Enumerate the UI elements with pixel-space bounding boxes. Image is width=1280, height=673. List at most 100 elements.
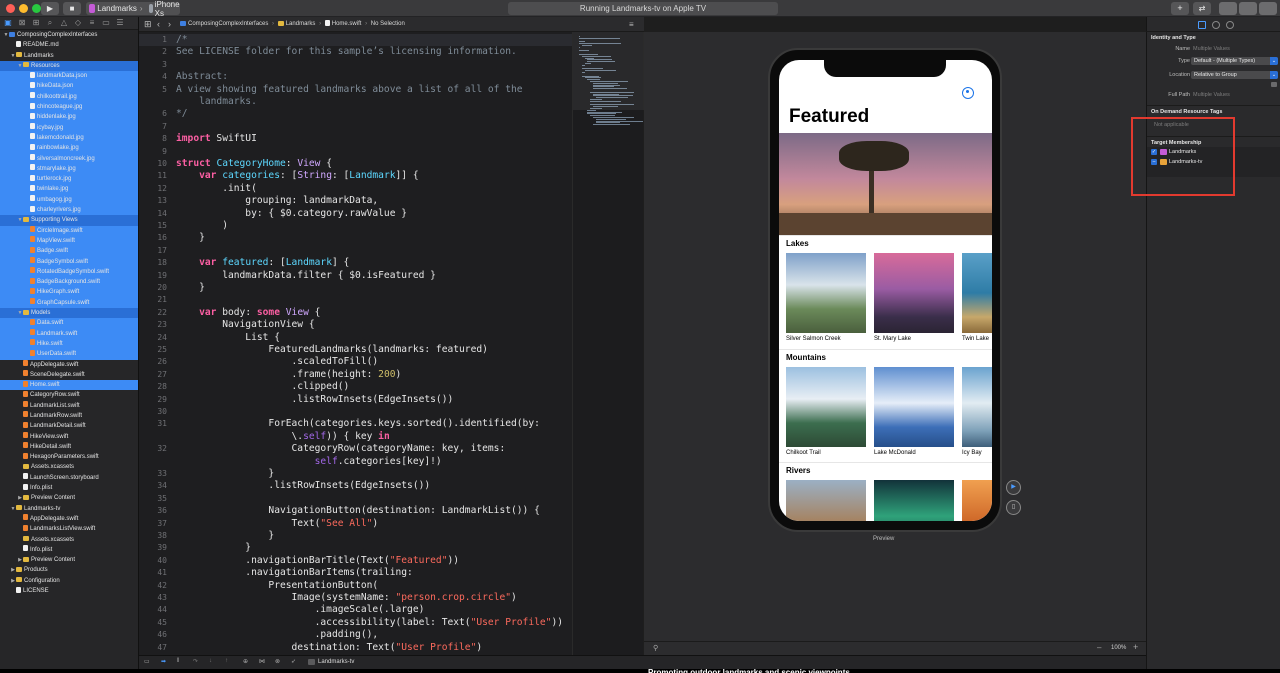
navigator-item[interactable]: ▼ ComposingComplexInterfaces (0, 30, 138, 40)
history-tab-icon[interactable] (1226, 21, 1234, 29)
navigator-item[interactable]: ▶ Preview Content (0, 555, 138, 565)
navigator-item[interactable]: LandmarkList.swift (0, 401, 138, 411)
breadcrumb-selection[interactable]: No Selection (371, 21, 405, 27)
source-control-icon[interactable]: ⊠ (17, 19, 27, 27)
issue-icon[interactable]: △ (59, 19, 69, 27)
live-preview-button[interactable]: ▶ (1006, 480, 1021, 495)
memory-graph-icon[interactable]: ⋈ (259, 658, 265, 665)
person-crop-circle-icon[interactable] (962, 87, 974, 99)
run-button[interactable]: ▶ (41, 2, 59, 15)
navigator-item[interactable]: BadgeSymbol.swift (0, 256, 138, 267)
navigator-item[interactable]: hiddenlake.jpg (0, 112, 138, 123)
pause-icon[interactable]: ‖ (177, 658, 179, 664)
type-select[interactable]: Default - (Multiple Types) ⌄ (1191, 57, 1278, 65)
navigator-item[interactable]: charleyrivers.jpg (0, 205, 138, 216)
debug-icon[interactable]: ≡ (87, 19, 97, 27)
code-line[interactable]: 24 List { (139, 332, 572, 344)
navigator-item[interactable]: stmarylake.jpg (0, 163, 138, 175)
navigator-item[interactable]: README.md (0, 40, 138, 50)
navigator-item[interactable]: twinlake.jpg (0, 184, 138, 195)
code-review-button[interactable]: ⇄ (1193, 2, 1211, 15)
navigator-item[interactable]: Assets.xcassets (0, 535, 138, 545)
navigator-item[interactable]: LaunchScreen.storyboard (0, 473, 138, 483)
navigator-item[interactable]: RotatedBadgeSymbol.swift (0, 266, 138, 278)
code-line[interactable]: 35 (139, 493, 572, 505)
location-simulate-icon[interactable]: ➶ (291, 658, 296, 665)
back-icon[interactable]: ‹ (157, 17, 160, 32)
minimap[interactable] (572, 32, 644, 655)
navigator-item[interactable]: GraphCapsule.swift (0, 297, 138, 309)
code-line[interactable]: 40 .navigationBarTitle(Text("Featured")) (139, 555, 572, 567)
code-line[interactable]: self.categories[key]!) (139, 456, 572, 468)
reveal-folder-icon[interactable] (1271, 82, 1277, 87)
code-line[interactable]: 20 } (139, 282, 572, 294)
navigator-item[interactable]: Badge.swift (0, 246, 138, 257)
breadcrumb-project[interactable]: ComposingComplexInterfaces (188, 21, 268, 27)
breadcrumb-group[interactable]: Landmarks (286, 21, 316, 27)
navigator-item[interactable]: ▶ Products (0, 565, 138, 575)
minimap-visible-region[interactable] (573, 32, 644, 110)
code-line[interactable]: 47 destination: Text("User Profile") (139, 642, 572, 654)
landmark-thumbnail[interactable] (786, 253, 866, 333)
code-line[interactable]: 30 (139, 406, 572, 418)
find-icon[interactable]: ⌕ (45, 19, 55, 27)
landmark-thumbnail[interactable] (874, 366, 954, 447)
landmark-thumbnail[interactable] (962, 480, 992, 521)
code-line[interactable]: 18 var featured: [Landmark] { (139, 257, 572, 269)
code-line[interactable]: 7 (139, 121, 572, 133)
code-line[interactable]: 17 (139, 245, 572, 257)
preview-on-device-button[interactable]: ▯ (1006, 500, 1021, 515)
code-line[interactable]: 8 import SwiftUI (139, 133, 572, 145)
navigator-item[interactable]: ▼ Landmarks (0, 51, 138, 61)
code-line[interactable]: 6 */ (139, 108, 572, 120)
landmark-thumbnail[interactable] (962, 366, 992, 447)
code-line[interactable]: 22 var body: some View { (139, 307, 572, 319)
code-line[interactable]: landmarks. (139, 96, 572, 108)
code-line[interactable]: 34 .listRowInsets(EdgeInsets()) (139, 480, 572, 492)
navigator-item[interactable]: Info.plist (0, 483, 138, 493)
source-editor[interactable]: 1 /* 2 See LICENSE folder for this sample’s… (139, 32, 572, 655)
stop-button[interactable]: ■ (63, 2, 81, 15)
related-items-icon[interactable]: ⊞ (144, 17, 152, 32)
code-line[interactable]: 44 .imageScale(.large) (139, 604, 572, 616)
code-line[interactable]: 38 } (139, 530, 572, 542)
navigator-item[interactable]: icybay.jpg (0, 122, 138, 133)
navigator-item[interactable]: Assets.xcassets (0, 462, 138, 472)
navigator-item[interactable]: ▼ Supporting Views (0, 215, 138, 226)
navigator-item[interactable]: CircleImage.swift (0, 225, 138, 236)
navigator-item[interactable]: LICENSE (0, 586, 138, 596)
code-line[interactable]: 31 ForEach(categories.keys.sorted().iden… (139, 418, 572, 430)
zoom-level[interactable]: 100% (1111, 645, 1126, 651)
code-line[interactable]: 3 (139, 59, 572, 71)
navigator-item[interactable]: LandmarkRow.swift (0, 411, 138, 421)
code-line[interactable]: 33 } (139, 468, 572, 480)
environment-overrides-icon[interactable]: ⊗ (275, 658, 280, 665)
code-line[interactable]: 10 struct CategoryHome: View { (139, 158, 572, 170)
navigator-item[interactable]: AppDelegate.swift (0, 360, 138, 370)
step-out-icon[interactable]: ↑ (225, 658, 228, 664)
forward-icon[interactable]: › (168, 17, 171, 32)
navigator-item[interactable]: chincoteague.jpg (0, 102, 138, 113)
quick-help-tab-icon[interactable] (1212, 21, 1220, 29)
navigator-item[interactable]: rainbowlake.jpg (0, 143, 138, 154)
code-line[interactable]: 37 Text("See All") (139, 518, 572, 530)
view-debugger-icon[interactable]: ⊕ (243, 658, 248, 665)
code-line[interactable]: 29 .listRowInsets(EdgeInsets()) (139, 394, 572, 406)
navigator-item[interactable]: AppDelegate.swift (0, 514, 138, 524)
navigator-item[interactable]: Info.plist (0, 545, 138, 555)
code-line[interactable]: 15 ) (139, 220, 572, 232)
zoom-out-icon[interactable]: – (1097, 643, 1101, 652)
hide-debug-area-icon[interactable]: ▭ (144, 658, 150, 665)
navigator-item[interactable]: lakemcdonald.jpg (0, 132, 138, 144)
navigator-item[interactable]: HikeDetail.swift (0, 442, 138, 452)
step-in-icon[interactable]: ↓ (209, 658, 212, 664)
navigator-item[interactable]: Data.swift (0, 318, 138, 329)
code-line[interactable]: 9 (139, 146, 572, 158)
code-line[interactable]: \.self)) { key in (139, 431, 572, 443)
breakpoint-icon[interactable]: ▭ (101, 19, 111, 27)
scheme-selector[interactable]: Landmarks › iPhone Xs (86, 0, 180, 18)
navigator-item[interactable]: BadgeBackground.swift (0, 277, 138, 288)
navigator-item[interactable]: MapView.swift (0, 235, 138, 247)
toggle-navigator-button[interactable] (1219, 2, 1237, 15)
code-line[interactable]: 26 .scaledToFill() (139, 356, 572, 368)
